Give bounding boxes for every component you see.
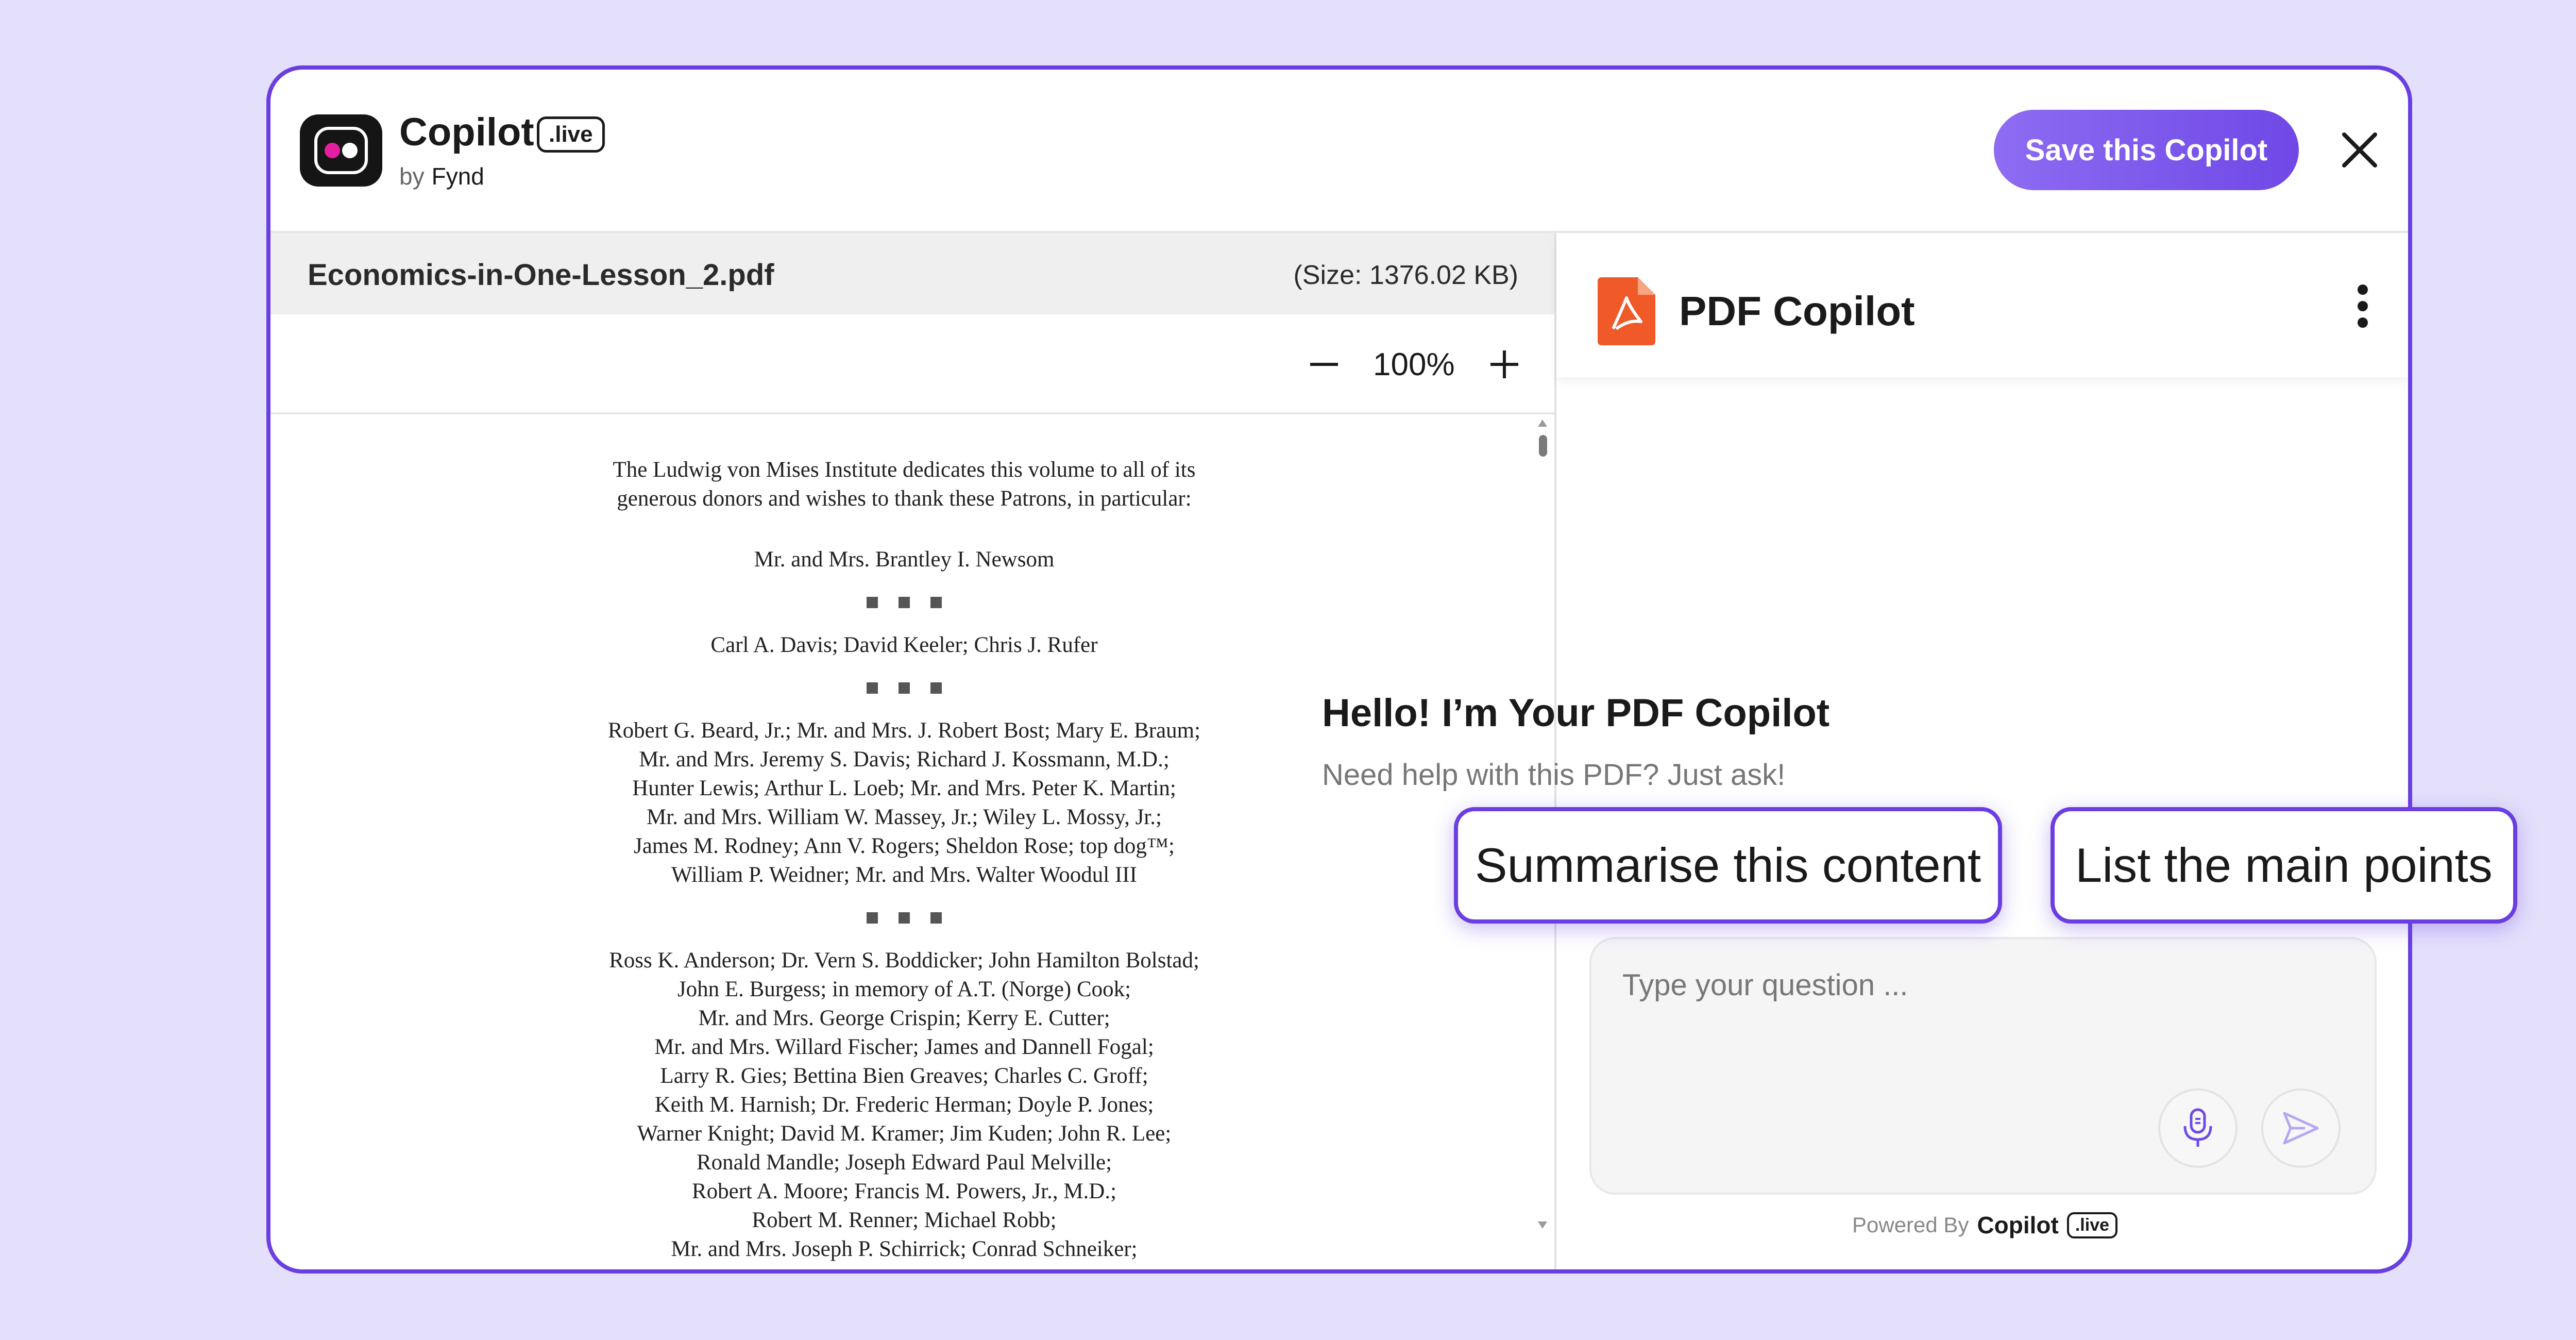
close-icon[interactable] xyxy=(2335,125,2384,175)
scroll-thumb[interactable] xyxy=(1539,435,1547,457)
pdf-page-viewport[interactable]: The Ludwig von Mises Institute dedicates… xyxy=(270,414,1554,1269)
send-button[interactable] xyxy=(2261,1088,2341,1168)
doc-line: Robert G. Beard, Jr.; Mr. and Mrs. J. Ro… xyxy=(607,718,1201,743)
doc-line: Mr. and Mrs. Brantley I. Newsom xyxy=(754,547,1055,572)
more-options-icon[interactable] xyxy=(2352,284,2373,334)
doc-line: The Ludwig von Mises Institute dedicates… xyxy=(613,458,1196,482)
section-separator xyxy=(538,660,1270,716)
by-label: by xyxy=(399,163,425,190)
powered-by-name: Copilot xyxy=(1977,1212,2059,1238)
doc-line: Mr. and Mrs. William W. Massey, Jr.; Wil… xyxy=(647,805,1162,829)
doc-line: Carl A. Davis; David Keeler; Chris J. Ru… xyxy=(710,633,1098,657)
file-name: Economics-in-One-Lesson_2.pdf xyxy=(308,258,774,292)
scroll-down-arrow-icon[interactable] xyxy=(1538,1221,1547,1229)
microphone-icon xyxy=(2183,1108,2212,1147)
section-separator xyxy=(538,574,1270,631)
send-icon xyxy=(2283,1112,2319,1145)
zoom-out-icon[interactable] xyxy=(1306,346,1342,382)
doc-line: Ross K. Anderson; Dr. Vern S. Boddicker;… xyxy=(609,948,1199,973)
doc-line: generous donors and wishes to thank thes… xyxy=(617,487,1192,511)
doc-line: James M. Rodney; Ann V. Rogers; Sheldon … xyxy=(634,834,1175,858)
doc-line: Mr. and Mrs. George Crispin; Kerry E. Cu… xyxy=(698,1006,1110,1030)
doc-line: Mr. and Mrs. Jeremy S. Davis; Richard J.… xyxy=(639,747,1170,772)
zoom-in-icon[interactable] xyxy=(1486,346,1522,382)
doc-line: Hunter Lewis; Arthur L. Loeb; Mr. and Mr… xyxy=(632,776,1176,800)
doc-line: William P. Weidner; Mr. and Mrs. Walter … xyxy=(671,863,1137,887)
doc-line: Mr. and Mrs. Willard Fischer; James and … xyxy=(654,1035,1154,1059)
file-info-bar: Economics-in-One-Lesson_2.pdf (Size: 137… xyxy=(270,233,1554,314)
powered-by-badge: .live xyxy=(2066,1212,2118,1238)
doc-line: Larry R. Gies; Bettina Bien Greaves; Cha… xyxy=(660,1064,1148,1088)
zoom-toolbar: 100% xyxy=(270,314,1554,414)
powered-by-footer: Powered By Copilot .live xyxy=(1852,1211,2118,1239)
doc-line: Mr. and Mrs. Joseph P. Schirrick; Conrad… xyxy=(671,1237,1138,1261)
pdf-file-icon xyxy=(1598,277,1655,345)
by-line: by Fynd xyxy=(399,162,484,190)
section-separator xyxy=(538,890,1270,946)
brand-badge: .live xyxy=(537,116,605,153)
doc-line: Warner Knight; David M. Kramer; Jim Kude… xyxy=(637,1121,1172,1146)
greeting-title: Hello! I’m Your PDF Copilot xyxy=(1322,691,1830,735)
question-input-box[interactable] xyxy=(1589,937,2377,1195)
suggestion-summarise-button[interactable]: Summarise this content xyxy=(1454,807,2002,924)
by-company: Fynd xyxy=(431,163,484,190)
scroll-up-arrow-icon[interactable] xyxy=(1538,420,1547,427)
pdf-page-content: The Ludwig von Mises Institute dedicates… xyxy=(538,456,1270,1264)
chat-header: PDF Copilot xyxy=(1556,233,2408,377)
chat-title: PDF Copilot xyxy=(1679,288,1915,334)
greeting-subtitle: Need help with this PDF? Just ask! xyxy=(1322,758,1786,792)
powered-by-label: Powered By xyxy=(1852,1213,1969,1237)
doc-line: John E. Burgess; in memory of A.T. (Norg… xyxy=(677,977,1131,1001)
question-input[interactable] xyxy=(1622,968,2292,1002)
doc-line: Ronald Mandle; Joseph Edward Paul Melvil… xyxy=(696,1150,1112,1175)
doc-line: Robert A. Moore; Francis M. Powers, Jr.,… xyxy=(691,1179,1117,1203)
microphone-button[interactable] xyxy=(2158,1088,2238,1168)
zoom-level: 100% xyxy=(1373,347,1455,382)
doc-line: Keith M. Harnish; Dr. Frederic Herman; D… xyxy=(654,1093,1154,1117)
file-size: (Size: 1376.02 KB) xyxy=(1293,260,1518,290)
brand-name: Copilot xyxy=(399,110,534,154)
pane-divider xyxy=(1554,233,1556,1269)
doc-line: Robert M. Renner; Michael Robb; xyxy=(752,1208,1057,1232)
suggestion-main-points-button[interactable]: List the main points xyxy=(2050,807,2517,924)
copilot-logo-icon xyxy=(300,114,382,187)
save-copilot-button[interactable]: Save this Copilot xyxy=(1994,110,2299,190)
